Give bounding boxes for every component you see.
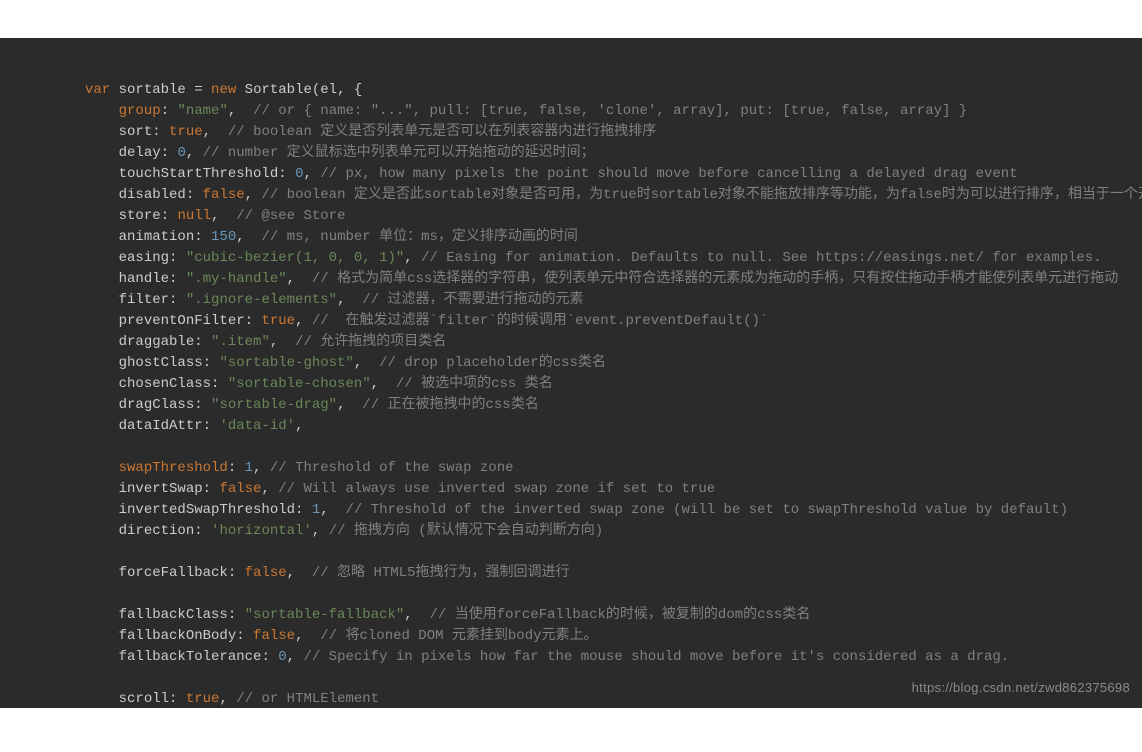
val: "cubic-bezier(1, 0, 0, 1)" (186, 250, 404, 266)
prop-preventOnFilter: preventOnFilter (119, 313, 245, 329)
watermark: https://blog.csdn.net/zwd862375698 (912, 677, 1130, 698)
val: false (219, 481, 261, 497)
val: 0 (177, 145, 185, 161)
comment: // 忽略 HTML5拖拽行为，强制回调进行 (312, 565, 570, 581)
val: "sortable-drag" (211, 397, 337, 413)
comment: // 被选中项的css 类名 (396, 376, 553, 392)
prop-fallbackClass: fallbackClass (119, 607, 228, 623)
comment: // 将cloned DOM 元素挂到body元素上。 (320, 628, 597, 644)
comment: // Specify in pixels how far the mouse s… (303, 649, 1009, 665)
val: false (253, 628, 295, 644)
val: true (169, 124, 203, 140)
val: "sortable-fallback" (245, 607, 405, 623)
prop-draggable: draggable (119, 334, 195, 350)
prop-ghostClass: ghostClass (119, 355, 203, 371)
val: 'horizontal' (211, 523, 312, 539)
prop-disabled: disabled (119, 187, 186, 203)
comment: // Threshold of the swap zone (270, 460, 514, 476)
prop-fallbackOnBody: fallbackOnBody (119, 628, 237, 644)
prop-group: group (119, 103, 161, 119)
val: 150 (211, 229, 236, 245)
prop-animation: animation (119, 229, 195, 245)
val: "sortable-chosen" (228, 376, 371, 392)
prop-store: store (119, 208, 161, 224)
val: false (245, 565, 287, 581)
comment: // 在触发过滤器`filter`的时候调用`event.preventDefa… (312, 313, 768, 329)
prop-delay: delay (119, 145, 161, 161)
val: 1 (312, 502, 320, 518)
val: ".my-handle" (186, 271, 287, 287)
comment: // drop placeholder的css类名 (379, 355, 606, 371)
comment: // or { name: "...", pull: [true, false,… (253, 103, 967, 119)
comment: // ms, number 单位：ms，定义排序动画的时间 (261, 229, 577, 245)
val: "sortable-ghost" (219, 355, 353, 371)
prop-handle: handle (119, 271, 169, 287)
comment: // 拖拽方向 (默认情况下会自动判断方向) (329, 523, 603, 539)
val: true (186, 691, 220, 707)
prop-touchStartThreshold: touchStartThreshold (119, 166, 279, 182)
comment: // 过滤器，不需要进行拖动的元素 (362, 292, 583, 308)
comment: // Will always use inverted swap zone if… (278, 481, 715, 497)
prop-easing: easing (119, 250, 169, 266)
val: ".ignore-elements" (186, 292, 337, 308)
prop-sort: sort (119, 124, 153, 140)
comment: // boolean 定义是否列表单元是否可以在列表容器内进行拖拽排序 (228, 124, 656, 140)
prop-fallbackTolerance: fallbackTolerance (119, 649, 262, 665)
val: "name" (177, 103, 227, 119)
prop-scroll: scroll (119, 691, 169, 707)
prop-direction: direction (119, 523, 195, 539)
comment: // Threshold of the inverted swap zone (… (345, 502, 1068, 518)
prop-dragClass: dragClass (119, 397, 195, 413)
val: null (177, 208, 211, 224)
prop-dataIdAttr: dataIdAttr (119, 418, 203, 434)
comment: // number 定义鼠标选中列表单元可以开始拖动的延迟时间； (203, 145, 595, 161)
comment: // or HTMLElement (236, 691, 379, 707)
val: 0 (278, 649, 286, 665)
prop-invertedSwapThreshold: invertedSwapThreshold (119, 502, 295, 518)
comment: // Easing for animation. Defaults to nul… (421, 250, 1102, 266)
comment: // 正在被拖拽中的css类名 (362, 397, 538, 413)
prop-filter: filter (119, 292, 169, 308)
comment: // @see Store (236, 208, 345, 224)
keyword-new: new (211, 82, 236, 98)
ident: Sortable(el, { (236, 82, 362, 98)
comment: // 格式为简单css选择器的字符串，使列表单元中符合选择器的元素成为拖动的手柄… (312, 271, 1118, 287)
prop-invertSwap: invertSwap (119, 481, 203, 497)
ident: sortable = (110, 82, 211, 98)
comment: // boolean 定义是否此sortable对象是否可用，为true时sor… (261, 187, 1142, 203)
val: 'data-id' (219, 418, 295, 434)
prop-forceFallback: forceFallback (119, 565, 228, 581)
val: 1 (245, 460, 253, 476)
val: false (203, 187, 245, 203)
val: ".item" (211, 334, 270, 350)
prop-chosenClass: chosenClass (119, 376, 211, 392)
keyword-var: var (85, 82, 110, 98)
comment: // 当使用forceFallback的时候，被复制的dom的css类名 (430, 607, 811, 623)
prop-swapThreshold: swapThreshold (119, 460, 228, 476)
val: true (261, 313, 295, 329)
comment: // px, how many pixels the point should … (320, 166, 1017, 182)
comment: // 允许拖拽的项目类名 (295, 334, 446, 350)
code-block: var sortable = new Sortable(el, { group:… (0, 38, 1142, 708)
top-margin (0, 0, 1142, 38)
